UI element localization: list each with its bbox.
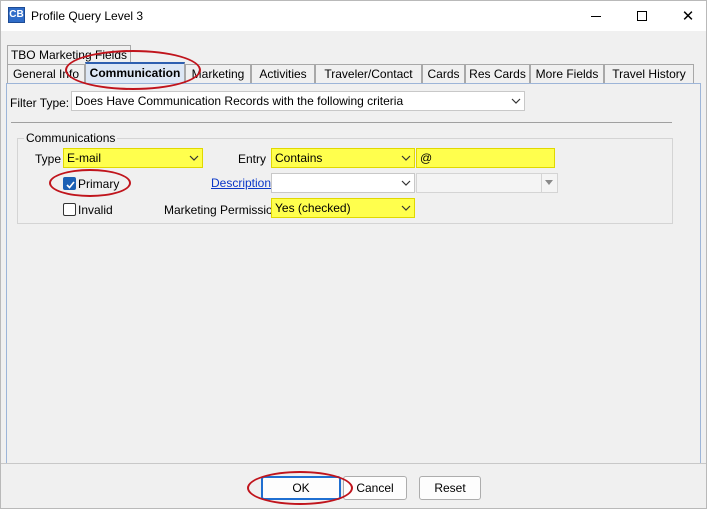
- cancel-button[interactable]: Cancel: [343, 476, 407, 500]
- chevron-down-icon: [401, 155, 411, 161]
- divider: [11, 122, 672, 123]
- invalid-checkbox[interactable]: [63, 203, 76, 216]
- window-title: Profile Query Level 3: [31, 9, 144, 23]
- filter-type-value: Does Have Communication Records with the…: [75, 94, 404, 108]
- chevron-down-icon: [511, 98, 521, 104]
- description-link[interactable]: Description: [211, 176, 271, 190]
- tab-general-info[interactable]: General Info: [7, 64, 85, 84]
- profile-query-window: CB Profile Query Level 3 ✕ TBO Marketing…: [0, 0, 707, 509]
- reset-button[interactable]: Reset: [419, 476, 481, 500]
- app-logo-icon: CB: [8, 7, 25, 23]
- communications-group-title: Communications: [24, 131, 118, 145]
- primary-checkbox[interactable]: [63, 177, 76, 190]
- maximize-button[interactable]: [619, 1, 665, 31]
- ok-button[interactable]: OK: [261, 476, 341, 500]
- type-label: Type: [35, 152, 62, 166]
- filter-type-select[interactable]: Does Have Communication Records with the…: [71, 91, 525, 111]
- tab-res-cards[interactable]: Res Cards: [465, 64, 530, 84]
- marketing-permission-select[interactable]: Yes (checked): [271, 198, 415, 218]
- minimize-icon: [591, 15, 601, 17]
- description-sub-select: [416, 173, 558, 193]
- type-select[interactable]: E-mail: [63, 148, 203, 168]
- type-value: E-mail: [67, 151, 102, 165]
- entry-mode-value: Contains: [275, 151, 323, 165]
- footer-divider: [1, 463, 706, 464]
- chevron-down-icon: [401, 205, 411, 211]
- dropdown-arrow-icon: [545, 180, 553, 185]
- description-select[interactable]: [271, 173, 415, 193]
- chevron-down-icon: [401, 180, 411, 186]
- entry-value-input[interactable]: @: [416, 148, 555, 168]
- tab-activities[interactable]: Activities: [251, 64, 315, 84]
- title-bar: CB Profile Query Level 3 ✕: [1, 1, 706, 31]
- marketing-permission-label: Marketing Permission: [164, 203, 280, 217]
- tab-more-fields[interactable]: More Fields: [530, 64, 604, 84]
- tab-travel-history[interactable]: Travel History: [604, 64, 694, 84]
- marketing-permission-value: Yes (checked): [275, 201, 351, 215]
- primary-label: Primary: [78, 177, 120, 191]
- minimize-button[interactable]: [573, 1, 619, 31]
- entry-label: Entry: [238, 152, 267, 166]
- tab-communication[interactable]: Communication: [85, 62, 185, 84]
- close-icon: ✕: [681, 7, 695, 25]
- maximize-icon: [637, 11, 647, 21]
- close-button[interactable]: ✕: [665, 1, 707, 31]
- checkmark-icon: [66, 181, 75, 189]
- tab-marketing[interactable]: Marketing: [185, 64, 251, 84]
- tab-cards[interactable]: Cards: [422, 64, 465, 84]
- filter-type-label: Filter Type:: [10, 96, 70, 110]
- invalid-label: Invalid: [78, 203, 113, 217]
- tab-traveler-contact[interactable]: Traveler/Contact: [315, 64, 422, 84]
- entry-mode-select[interactable]: Contains: [271, 148, 415, 168]
- chevron-down-icon: [189, 155, 199, 161]
